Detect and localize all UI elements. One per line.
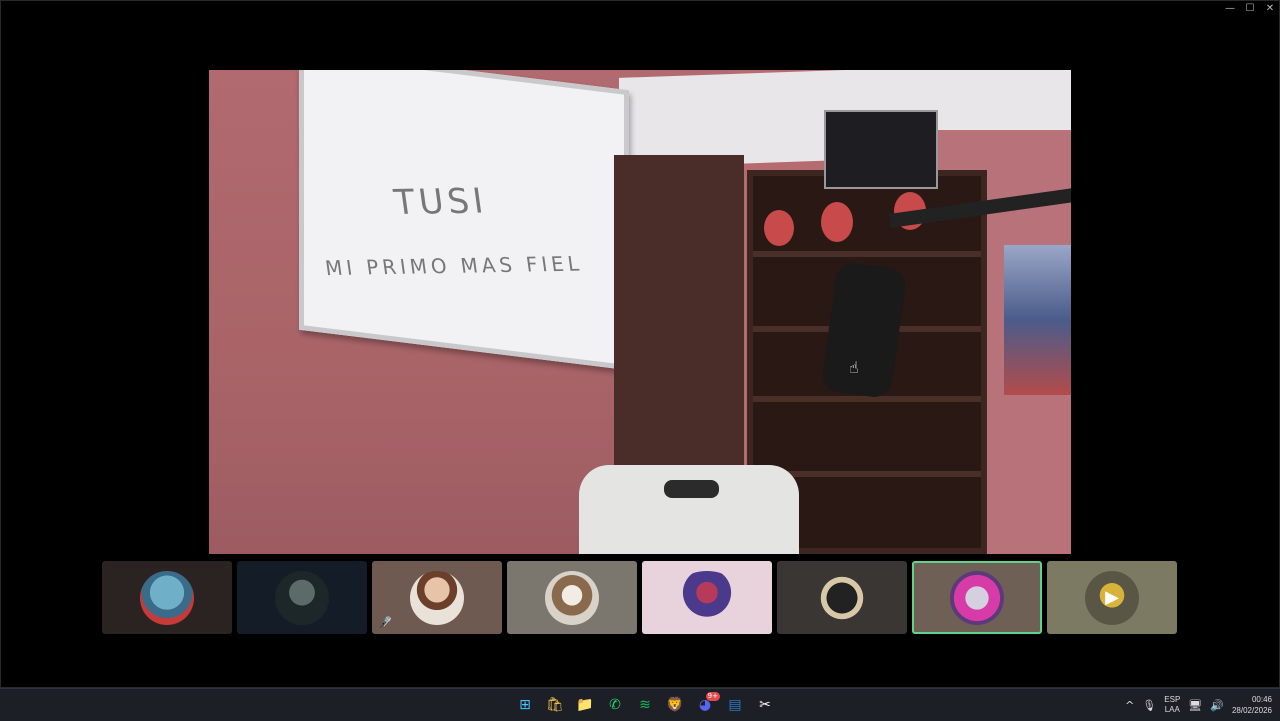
discord-icon[interactable]: ◕ 9+	[692, 692, 720, 718]
maximize-button[interactable]: ☐	[1240, 0, 1260, 16]
main-video-feed[interactable]: TUSI MI PRIMO MAS FIEL ☝	[209, 70, 1071, 554]
spiderman-head-2	[821, 202, 853, 242]
muted-mic-icon: 🎤̸	[378, 616, 392, 629]
language-indicator[interactable]: ESP LAA	[1164, 695, 1180, 715]
taskbar-apps: ⊞ 🛍 📁 ✆ ≋ 🦁 ◕ 9+ ▤ ✂	[512, 689, 778, 721]
keyboard-layout: LAA	[1164, 705, 1180, 714]
spotify-icon[interactable]: ≋	[632, 692, 658, 718]
window-controls: — ☐ ✕	[1220, 0, 1280, 16]
winged-person-avatar	[672, 570, 742, 625]
participant-tile[interactable]: 🎤̸	[372, 561, 502, 634]
whiteboard-scribble-1: TUSI	[391, 181, 490, 224]
hand-cursor-icon: ☝	[849, 358, 859, 377]
anime-character-avatar	[140, 570, 194, 625]
glowing-orb-avatar	[815, 570, 869, 625]
microphone-icon[interactable]: 🎙	[1142, 699, 1156, 712]
windows-start-icon[interactable]: ⊞	[512, 692, 538, 718]
notification-badge: 9+	[705, 692, 720, 701]
file-explorer-icon[interactable]: 📁	[572, 692, 598, 718]
chair-handle	[664, 480, 719, 498]
clock[interactable]: 00:46 28/02/2026	[1232, 694, 1272, 716]
chair-back	[579, 465, 799, 554]
participant-strip: 🎤̸ ▶	[102, 561, 1177, 634]
participant-tile[interactable]: ▶	[1047, 561, 1177, 634]
mail-app-icon[interactable]: ▤	[722, 692, 748, 718]
brave-icon[interactable]: 🦁	[662, 692, 688, 718]
language-code: ESP	[1164, 695, 1181, 704]
system-tray: ^ 🎙 ESP LAA 🖥 🔊 00:46 28/02/2026	[1125, 689, 1272, 721]
snipping-tool-icon[interactable]: ✂	[752, 692, 778, 718]
video-whiteboard: TUSI MI PRIMO MAS FIEL	[299, 70, 629, 371]
participant-tile[interactable]	[507, 561, 637, 634]
video-camera-icon: ▶	[1105, 587, 1119, 608]
volume-icon[interactable]: 🔊	[1210, 699, 1224, 712]
video-poster	[1004, 245, 1071, 395]
camera-avatar: ▶	[1085, 570, 1139, 625]
dark-figure-avatar	[275, 570, 329, 625]
close-button[interactable]: ✕	[1260, 0, 1280, 16]
participant-tile[interactable]	[642, 561, 772, 634]
star-wars-box	[824, 110, 938, 189]
participant-tile[interactable]	[777, 561, 907, 634]
participant-tile[interactable]	[237, 561, 367, 634]
taskbar: ⊞ 🛍 📁 ✆ ≋ 🦁 ◕ 9+ ▤ ✂ ^ 🎙 ESP LAA 🖥 🔊 00:…	[0, 688, 1280, 721]
clock-time: 00:46	[1251, 695, 1272, 704]
whiteboard-scribble-2: MI PRIMO MAS FIEL	[323, 251, 585, 281]
whatsapp-icon[interactable]: ✆	[602, 692, 628, 718]
spiderman-head-1	[764, 210, 794, 246]
dog-avatar	[545, 570, 599, 625]
network-icon[interactable]: 🖥	[1188, 699, 1202, 712]
participant-tile-active[interactable]	[912, 561, 1042, 634]
illustrated-man-avatar	[410, 570, 464, 625]
pink-collage-avatar	[950, 570, 1004, 625]
clock-date: 28/02/2026	[1231, 706, 1272, 715]
microsoft-store-icon[interactable]: 🛍	[542, 692, 568, 718]
minimize-button[interactable]: —	[1220, 0, 1240, 16]
participant-tile[interactable]	[102, 561, 232, 634]
chevron-up-icon[interactable]: ^	[1125, 699, 1134, 712]
